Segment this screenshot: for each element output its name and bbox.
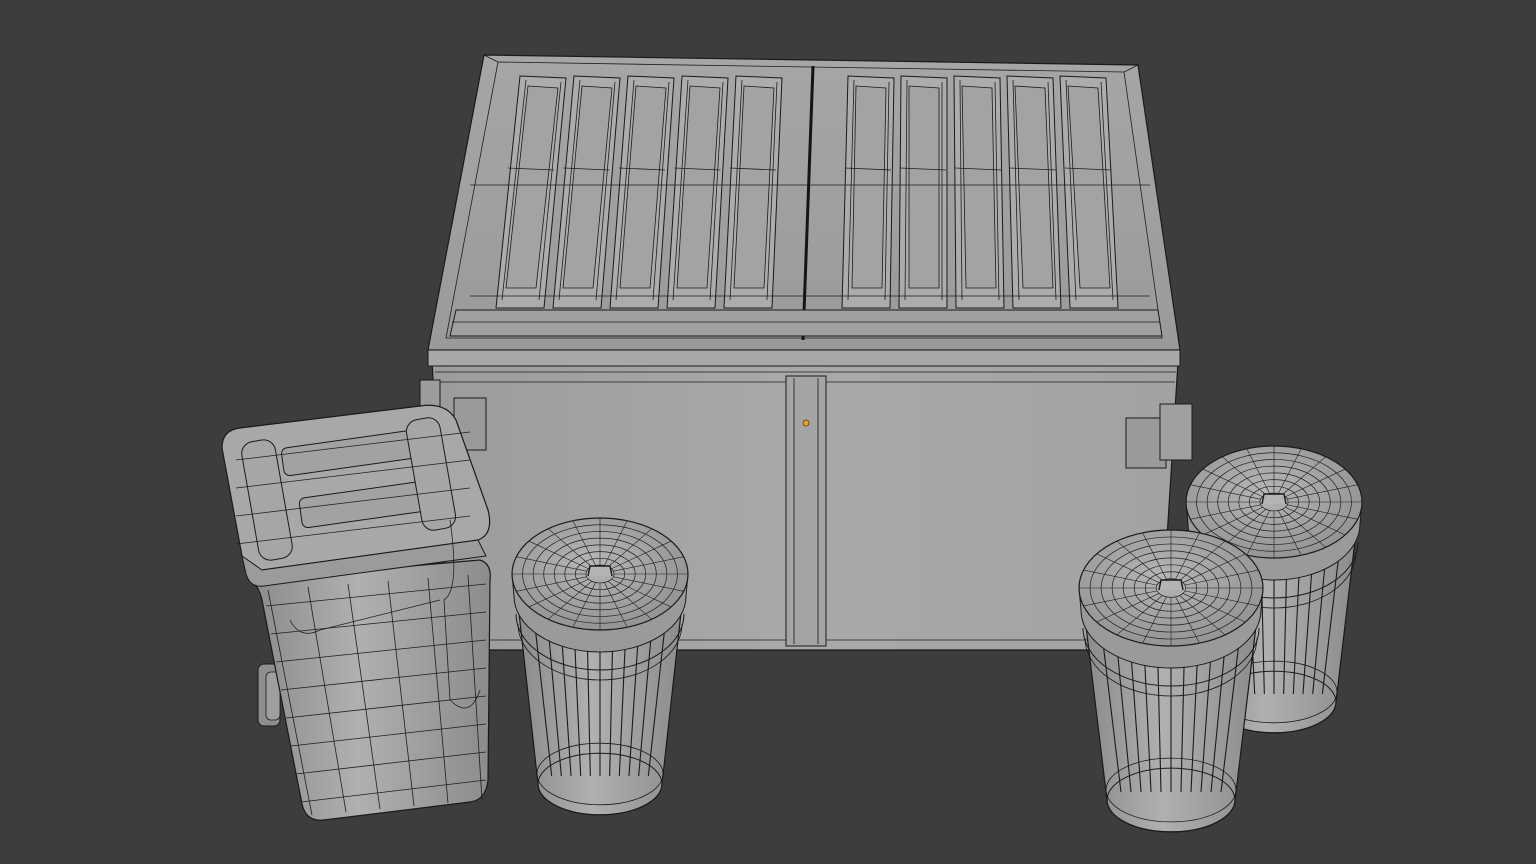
- lid-rib: [898, 75, 948, 309]
- bin-body[interactable]: [247, 559, 491, 821]
- scene-canvas[interactable]: [0, 0, 1536, 864]
- lid-rib: [841, 75, 895, 309]
- lid-rib: [953, 75, 1005, 309]
- origin-marker[interactable]: [802, 419, 810, 427]
- 3d-viewport[interactable]: [0, 0, 1536, 864]
- dumpster-center-post: [785, 375, 827, 647]
- lid-rib: [1006, 75, 1062, 309]
- can-handle[interactable]: [1158, 579, 1184, 591]
- can-handle[interactable]: [587, 565, 613, 577]
- trash-can-front-left[interactable]: [511, 517, 689, 816]
- trash-can-front-right[interactable]: [1078, 529, 1264, 833]
- can-handle[interactable]: [1261, 493, 1287, 505]
- wheelie-bin[interactable]: [221, 404, 491, 821]
